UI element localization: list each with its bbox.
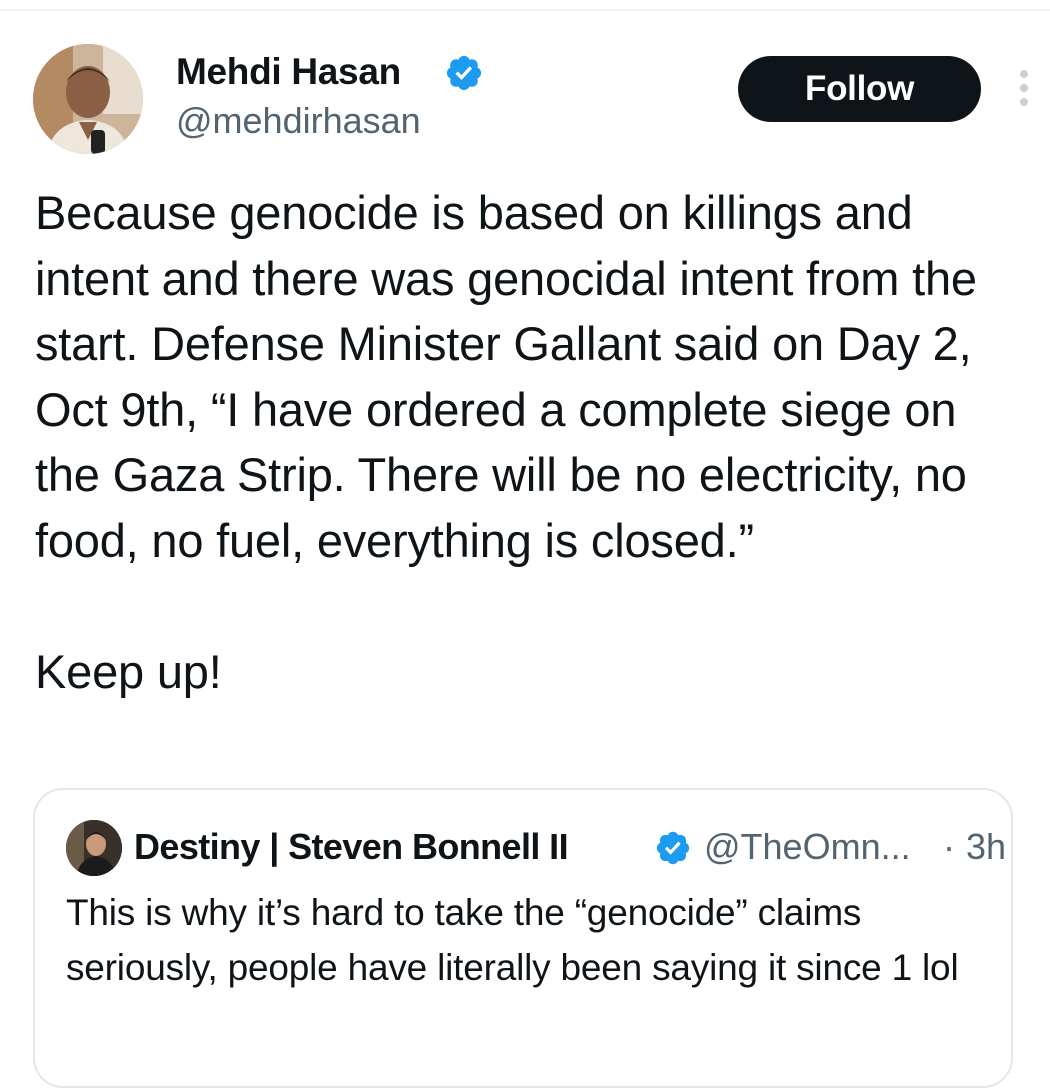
verified-badge-icon [446,55,482,91]
quoted-author-handle: @TheOmn... [704,826,911,867]
separator-dot: · [943,826,955,867]
quoted-tweet-text: This is why it’s hard to take the “genoc… [66,892,959,988]
verified-badge-icon [656,831,690,865]
quoted-author-avatar [66,820,122,876]
quoted-author-name: Destiny | Steven Bonnell II [134,826,569,867]
follow-button[interactable]: Follow [738,56,981,122]
quoted-timestamp: 3h [966,826,1007,867]
more-options-icon[interactable] [1012,68,1036,112]
author-avatar[interactable] [33,44,143,154]
author-handle[interactable]: @mehdirhasan [176,98,421,144]
tweet-text: Because genocide is based on killings an… [35,186,977,699]
tweet: Mehdi Hasan @mehdirhasan Follow Because … [0,0,1050,1088]
author-name[interactable]: Mehdi Hasan [176,49,401,95]
